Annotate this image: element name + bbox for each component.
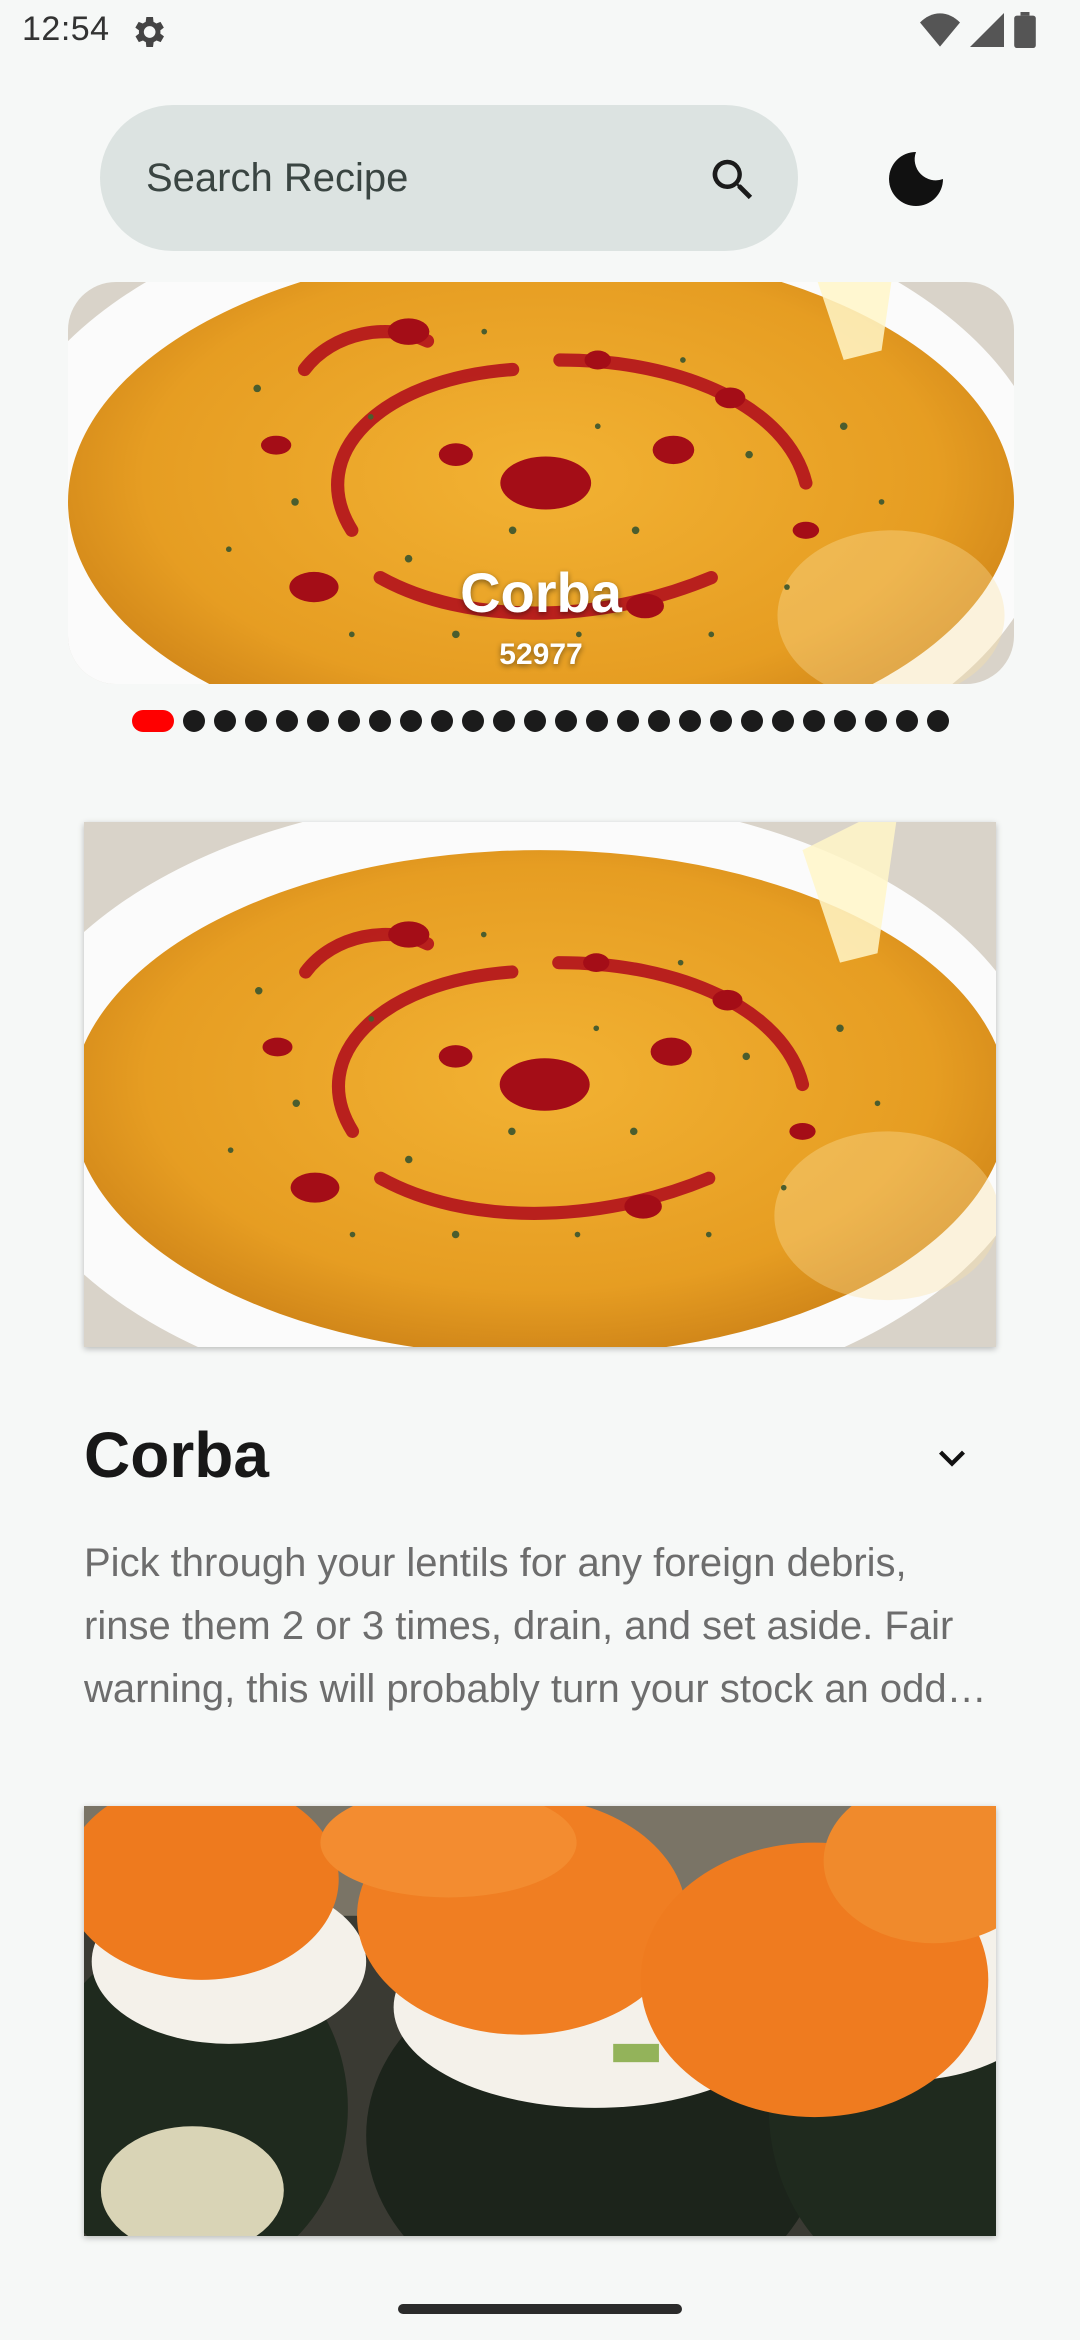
recipe-image-art — [84, 1806, 996, 2236]
recipe-description: Pick through your lentils for any foreig… — [84, 1541, 954, 1711]
pagination-dot[interactable] — [678, 710, 701, 732]
pagination-dot[interactable] — [833, 710, 856, 732]
carousel-id: 52977 — [499, 638, 583, 671]
recipe-title: Corba — [84, 1419, 269, 1491]
recipe-image[interactable] — [84, 1806, 996, 2236]
featured-carousel[interactable]: Corba 52977 — [68, 282, 1014, 684]
pagination-dot[interactable] — [709, 710, 732, 732]
pagination-dot[interactable] — [585, 710, 608, 732]
pagination-dot[interactable] — [306, 710, 329, 732]
recipe-image-art — [84, 822, 996, 1347]
pagination-dot[interactable] — [864, 710, 887, 732]
pagination-dot[interactable] — [771, 710, 794, 732]
pagination-dot[interactable] — [554, 710, 577, 732]
pagination-dot[interactable] — [802, 710, 825, 732]
pagination-dot[interactable] — [337, 710, 360, 732]
search-bar[interactable] — [100, 105, 798, 251]
pagination-dot[interactable] — [647, 710, 670, 732]
status-time: 12:54 — [22, 10, 110, 48]
search-icon[interactable] — [706, 153, 760, 207]
pagination-dot[interactable] — [213, 710, 236, 732]
pagination-dot[interactable] — [616, 710, 639, 732]
pagination-dot[interactable] — [926, 710, 949, 732]
search-input[interactable] — [144, 154, 688, 202]
pagination-dot[interactable] — [492, 710, 515, 732]
pagination-dot[interactable] — [368, 710, 391, 732]
home-indicator[interactable] — [398, 2304, 682, 2314]
pagination-dot[interactable] — [895, 710, 918, 732]
pagination-dot-active[interactable] — [131, 710, 174, 732]
pagination-dot[interactable] — [461, 710, 484, 732]
pagination-dot[interactable] — [523, 710, 546, 732]
moon-icon[interactable] — [880, 143, 952, 215]
gear-icon — [135, 17, 164, 47]
chevron-down-icon[interactable] — [926, 1432, 978, 1484]
status-bar: 12:54 — [0, 0, 1080, 62]
pagination-dot[interactable] — [399, 710, 422, 732]
signal-icon — [970, 13, 1004, 47]
pagination-dot[interactable] — [430, 710, 453, 732]
carousel-pagination[interactable] — [0, 710, 1080, 732]
pagination-dot[interactable] — [244, 710, 267, 732]
wifi-icon — [920, 13, 960, 47]
recipe-image[interactable] — [84, 822, 996, 1347]
carousel-title: Corba — [460, 561, 622, 624]
pagination-dot[interactable] — [182, 710, 205, 732]
pagination-dot[interactable] — [275, 710, 298, 732]
pagination-dot[interactable] — [740, 710, 763, 732]
status-icons — [920, 12, 1036, 48]
battery-icon — [1014, 12, 1036, 48]
